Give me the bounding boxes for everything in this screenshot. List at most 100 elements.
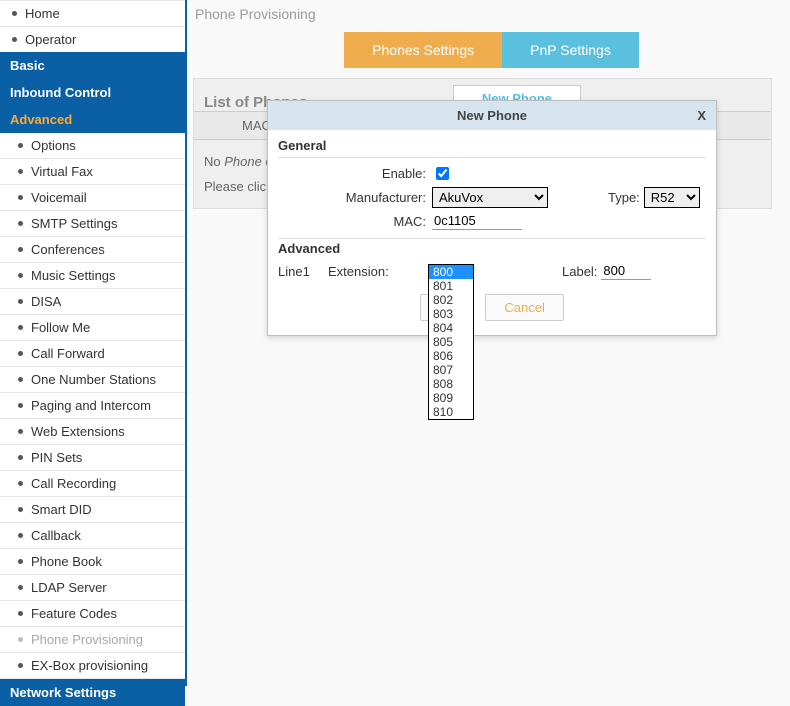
tab-phones-settings[interactable]: Phones Settings [344,32,502,68]
sidebar-item-call-recording[interactable]: Call Recording [0,471,185,497]
sidebar-item-operator[interactable]: Operator [0,26,185,52]
bullet-icon [18,247,23,252]
bullet-icon [18,195,23,200]
bullet-icon [18,507,23,512]
extension-option[interactable]: 804 [429,321,473,335]
sidebar-item-label: Home [25,6,60,21]
sidebar-item-phone-book[interactable]: Phone Book [0,549,185,575]
enable-checkbox[interactable] [436,167,449,180]
sidebar-item-one-number[interactable]: One Number Stations [0,367,185,393]
sidebar-item-voicemail[interactable]: Voicemail [0,185,185,211]
cancel-button[interactable]: Cancel [485,294,563,321]
bullet-icon [18,351,23,356]
bullet-icon [18,455,23,460]
sidebar-header-label: Inbound Control [10,85,111,100]
sidebar-item-paging[interactable]: Paging and Intercom [0,393,185,419]
bullet-icon [18,559,23,564]
bullet-icon [18,481,23,486]
sidebar-item-home[interactable]: Home [0,0,185,26]
sidebar-item-label: DISA [31,294,61,309]
bullet-icon [18,169,23,174]
line1-label: Line1 [278,262,328,279]
extension-option[interactable]: 810 [429,405,473,419]
sidebar-item-label: LDAP Server [31,580,107,595]
bullet-icon [18,663,23,668]
extension-option[interactable]: 801 [429,279,473,293]
sidebar-header-label: Basic [10,58,45,73]
sidebar-item-label: Music Settings [31,268,116,283]
sidebar-item-music[interactable]: Music Settings [0,263,185,289]
close-icon[interactable]: X [697,108,706,123]
sidebar-header-advanced[interactable]: Advanced [0,106,185,133]
bullet-icon [18,637,23,642]
extension-option[interactable]: 805 [429,335,473,349]
manufacturer-label: Manufacturer: [278,190,432,205]
extension-dropdown-open[interactable]: 800 801 802 803 804 805 806 807 808 809 [428,264,474,420]
sidebar: Home Operator Basic Inbound Control Adva… [0,0,187,686]
extension-option[interactable]: 802 [429,293,473,307]
sidebar-item-label: Follow Me [31,320,90,335]
sidebar-item-pin-sets[interactable]: PIN Sets [0,445,185,471]
extension-option[interactable]: 800 [429,265,473,279]
bullet-icon [18,325,23,330]
dialog-title: New Phone [457,108,527,123]
type-label: Type: [608,190,644,205]
tab-pnp-settings[interactable]: PnP Settings [502,32,639,68]
sidebar-item-label: Options [31,138,76,153]
sidebar-item-conferences[interactable]: Conferences [0,237,185,263]
sidebar-item-follow-me[interactable]: Follow Me [0,315,185,341]
sidebar-item-label: Virtual Fax [31,164,93,179]
bullet-icon [18,221,23,226]
sidebar-item-phone-provisioning[interactable]: Phone Provisioning [0,627,185,653]
sidebar-item-smart-did[interactable]: Smart DID [0,497,185,523]
mac-label: MAC: [278,214,432,229]
sidebar-item-virtual-fax[interactable]: Virtual Fax [0,159,185,185]
sidebar-item-feature-codes[interactable]: Feature Codes [0,601,185,627]
sidebar-item-label: PIN Sets [31,450,82,465]
sidebar-item-smtp[interactable]: SMTP Settings [0,211,185,237]
sidebar-item-label: Callback [31,528,81,543]
bullet-icon [18,403,23,408]
sidebar-item-label: Call Forward [31,346,105,361]
sidebar-item-call-forward[interactable]: Call Forward [0,341,185,367]
extension-option[interactable]: 807 [429,363,473,377]
main-area: Phone Provisioning Phones Settings PnP S… [187,0,790,686]
bullet-icon [18,299,23,304]
sidebar-item-exbox[interactable]: EX-Box provisioning [0,653,185,679]
bullet-icon [12,11,17,16]
extension-option[interactable]: 806 [429,349,473,363]
label-input[interactable] [601,262,651,280]
sidebar-header-basic[interactable]: Basic [0,52,185,79]
extension-option[interactable]: 803 [429,307,473,321]
manufacturer-select[interactable]: AkuVox [432,187,548,208]
sidebar-item-label: Phone Provisioning [31,632,143,647]
bullet-icon [18,429,23,434]
sidebar-header-network[interactable]: Network Settings [0,679,185,706]
type-select[interactable]: R52 [644,187,700,208]
sidebar-item-label: Operator [25,32,76,47]
label-label: Label: [562,264,597,279]
section-general: General [278,136,706,158]
mac-input[interactable] [432,212,522,230]
tabs: Phones Settings PnP Settings [193,32,790,68]
sidebar-header-label: Advanced [10,112,72,127]
sidebar-item-callback[interactable]: Callback [0,523,185,549]
sidebar-item-options[interactable]: Options [0,133,185,159]
sidebar-item-web-ext[interactable]: Web Extensions [0,419,185,445]
sidebar-item-disa[interactable]: DISA [0,289,185,315]
sidebar-header-inbound[interactable]: Inbound Control [0,79,185,106]
sidebar-item-label: Paging and Intercom [31,398,151,413]
bullet-icon [18,585,23,590]
sidebar-item-label: Voicemail [31,190,87,205]
page-title: Phone Provisioning [195,6,790,22]
sidebar-item-label: One Number Stations [31,372,156,387]
extension-label: Extension: [328,264,424,279]
bullet-icon [18,611,23,616]
section-advanced: Advanced [278,238,706,260]
extension-option[interactable]: 809 [429,391,473,405]
extension-option[interactable]: 808 [429,377,473,391]
new-phone-dialog: New Phone X General Enable: Manufacturer… [267,100,717,336]
sidebar-item-ldap[interactable]: LDAP Server [0,575,185,601]
sidebar-item-label: SMTP Settings [31,216,117,231]
sidebar-item-label: Web Extensions [31,424,125,439]
